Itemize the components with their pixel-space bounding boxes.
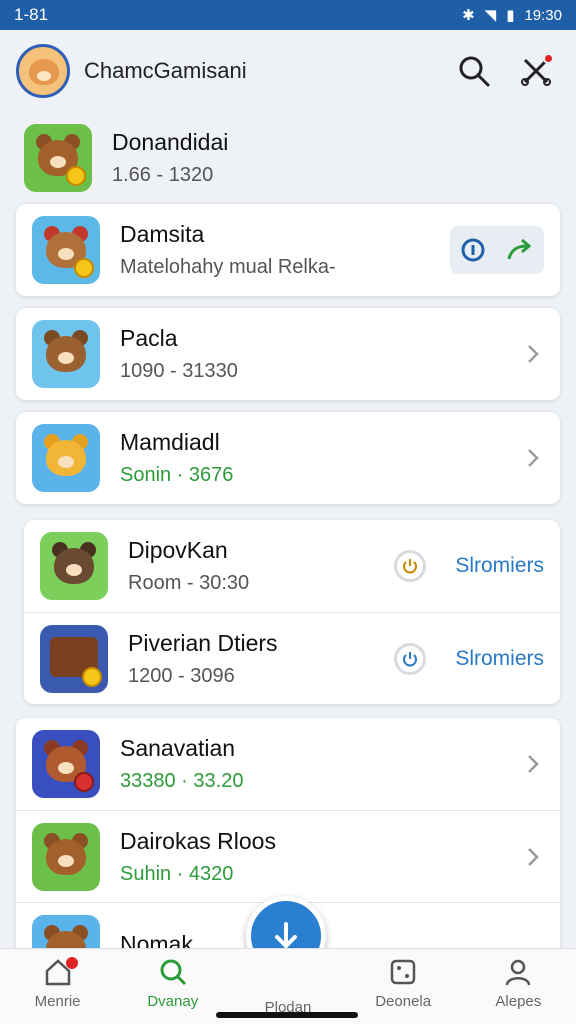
status-icons: ✱ ◥ ▮ 19:30 [462,6,562,25]
info-icon[interactable] [460,237,486,263]
game-thumbnail [32,320,100,388]
item-subtitle: Sonin · 3676 [120,464,234,486]
list-card: DipovKan Room - 30:30 Slromiers Piverian… [24,520,560,704]
power-icon [403,651,417,666]
list-item[interactable]: Pacla 1090 - 31330 [16,308,560,400]
list-card: Damsita Matelohahy mual Relka- [16,204,560,296]
list-item[interactable]: Damsita Matelohahy mual Relka- [16,204,560,296]
nav-label: Alepes [495,993,542,1010]
power-icon [403,559,417,574]
home-indicator [216,1012,358,1018]
item-title: Donandidai [112,129,229,155]
list-item[interactable]: DipovKan Room - 30:30 Slromiers [24,520,560,612]
item-title: Sanavatian [120,735,236,761]
game-thumbnail [24,124,92,192]
action-label[interactable]: Slromiers [444,554,544,578]
item-title: DipovKan [128,537,228,563]
nav-item-games[interactable]: Deonela [353,957,453,1010]
item-subtitle: 33380 · 33.20 [120,770,244,792]
chevron-right-icon [522,447,544,469]
item-subtitle: 1090 - 31330 [120,360,238,382]
item-title: Mamdiadl [120,429,220,455]
notification-dot [543,53,554,64]
nav-item-search[interactable]: Dvanay [123,957,223,1010]
list-item[interactable]: Dairokas Rloos Suhin · 4320 [16,810,560,902]
nav-label: Deonela [375,993,432,1010]
item-title: Dairokas Rloos [120,827,276,854]
search-button[interactable] [450,47,498,95]
dice-icon [390,959,416,985]
nav-label: Menrie [34,993,81,1010]
game-thumbnail [32,822,100,891]
nav-item-download[interactable]: Plodan [238,957,338,1016]
game-thumbnail [40,624,108,693]
item-subtitle: 1200 - 3096 [128,664,235,687]
avatar[interactable] [16,44,70,98]
item-subtitle: Suhin · 4320 [120,862,234,885]
game-thumbnail [40,532,108,600]
game-thumbnail [32,216,100,284]
list-card: Mamdiadl Sonin · 3676 [16,412,560,504]
bottom-navigation: Menrie Dvanay Plodan Deonela Alepes [0,948,576,1024]
app-bar: ChamcGamisani [0,30,576,112]
list-item[interactable]: Sanavatian 33380 · 33.20 [16,718,560,810]
game-thumbnail [32,730,100,798]
status-time-left: 1-81 [14,5,49,24]
app-title: ChamcGamisani [84,58,247,83]
nav-item-home[interactable]: Menrie [8,957,108,1010]
search-icon [459,56,490,87]
download-button[interactable] [394,550,426,582]
item-subtitle: Room - 30:30 [128,572,250,594]
item-subtitle: Matelohahy mual Relka- [120,256,336,278]
signal-icon: ◥ [484,7,497,24]
tools-button[interactable] [512,47,560,95]
list-item[interactable]: Piverian Dtiers 1200 - 3096 Slromiers [24,612,560,704]
download-button[interactable] [394,642,426,675]
nav-label: Dvanay [147,993,199,1010]
item-title: Piverian Dtiers [128,629,278,656]
chevron-right-icon [522,753,544,775]
action-pill [450,226,544,274]
nav-item-profile[interactable]: Alepes [468,957,568,1010]
battery-icon: ▮ [506,7,515,24]
action-label[interactable]: Slromiers [444,647,544,671]
item-title: Damsita [120,221,205,247]
search-icon [160,959,186,986]
share-icon[interactable] [505,237,535,263]
chevron-right-icon [522,846,544,868]
status-bar: 1-81 ✱ ◥ ▮ 19:30 [0,0,576,30]
list-card: Pacla 1090 - 31330 [16,308,560,400]
list-item[interactable]: Mamdiadl Sonin · 3676 [16,412,560,504]
item-title: Pacla [120,325,178,351]
bluetooth-icon: ✱ [462,7,475,24]
person-icon [506,959,531,986]
notification-dot [65,957,78,969]
game-thumbnail [32,424,100,492]
list-item[interactable]: Donandidai 1.66 - 1320 [8,112,552,204]
item-subtitle: 1.66 - 1320 [112,164,214,186]
status-time-right: 19:30 [524,6,562,24]
chevron-right-icon [522,343,544,365]
